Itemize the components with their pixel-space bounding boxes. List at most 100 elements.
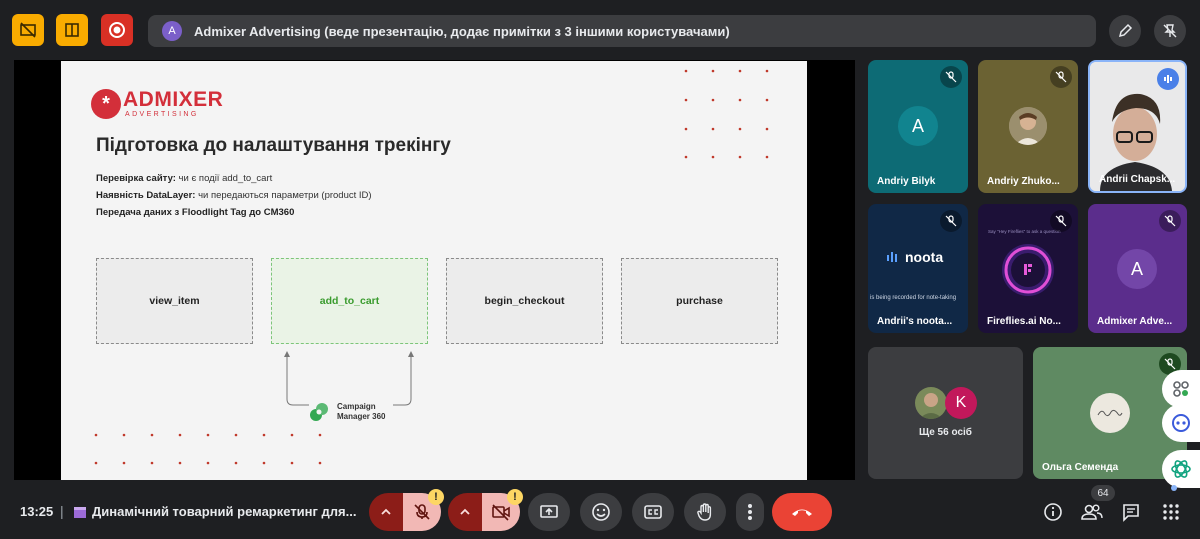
participant-photo bbox=[915, 387, 947, 419]
leave-call-button[interactable] bbox=[772, 493, 832, 531]
campaign-manager-icon bbox=[310, 403, 328, 421]
camera-warning-badge: ! bbox=[507, 489, 523, 505]
present-screen-button[interactable] bbox=[528, 493, 570, 531]
apps-icon bbox=[1173, 381, 1189, 397]
meeting-clapper-icon bbox=[74, 507, 86, 518]
slide-line: Передача даних з Floodlight Tag до CM360 bbox=[96, 207, 295, 218]
fireflies-orb-icon bbox=[1002, 244, 1054, 296]
participant-tile[interactable]: Andriy Zhuko... bbox=[978, 60, 1078, 193]
annotate-button[interactable] bbox=[1109, 15, 1141, 47]
reactions-button[interactable] bbox=[580, 493, 622, 531]
mic-off-icon bbox=[1159, 210, 1181, 232]
record-icon bbox=[109, 22, 125, 38]
people-button[interactable] bbox=[1079, 499, 1105, 525]
separator: | bbox=[60, 503, 64, 519]
decor-dots-bottom bbox=[94, 433, 322, 465]
presenter-text: Admixer Advertising (веде презентацію, д… bbox=[194, 23, 730, 39]
campaign-manager-badge: Campaign Manager 360 bbox=[307, 400, 385, 424]
mic-warning-badge: ! bbox=[428, 489, 444, 505]
info-icon bbox=[1044, 503, 1062, 521]
participant-name: Ольга Семенда bbox=[1042, 462, 1119, 473]
captions-icon bbox=[644, 505, 662, 519]
logo-mark: * bbox=[91, 89, 121, 119]
participant-name: Andriy Bilyk bbox=[877, 176, 936, 187]
pen-icon bbox=[1118, 23, 1133, 38]
participant-tile[interactable]: A Admixer Adve... bbox=[1088, 204, 1187, 333]
presenter-avatar: A bbox=[162, 21, 182, 41]
captions-button[interactable] bbox=[632, 493, 674, 531]
fireflies-caption: Say "Hey Fireflies" to ask a question bbox=[988, 229, 1061, 234]
camera-off-icon bbox=[492, 504, 510, 521]
participant-avatar: A bbox=[1117, 249, 1157, 289]
decor-dots-top bbox=[684, 69, 769, 159]
meeting-title: Динамічний товарний ремаркетинг для... bbox=[92, 504, 357, 519]
participant-name: Andriy Zhuko... bbox=[987, 176, 1060, 187]
step-begin-checkout: begin_checkout bbox=[446, 258, 603, 344]
raise-hand-button[interactable] bbox=[684, 493, 726, 531]
apps-grid-icon bbox=[1163, 504, 1179, 520]
noota-text: noota bbox=[905, 249, 944, 265]
slide-title: Підготовка до налаштування трекінгу bbox=[96, 135, 451, 156]
bot-icon bbox=[1172, 414, 1190, 432]
mic-off-icon bbox=[1050, 66, 1072, 88]
recording-button[interactable] bbox=[101, 14, 133, 46]
more-participants-label: Ще 56 осіб bbox=[919, 427, 972, 438]
mic-off-icon bbox=[414, 504, 430, 520]
step-add-to-cart: add_to_cart bbox=[271, 258, 428, 344]
chevron-up-icon bbox=[381, 508, 391, 515]
mic-off-icon bbox=[1050, 210, 1072, 232]
participant-name: Fireflies.ai No... bbox=[987, 316, 1061, 327]
noota-logo: noota bbox=[886, 249, 943, 265]
activities-button[interactable] bbox=[1158, 499, 1184, 525]
slide-line: Наявність DataLayer: чи передаються пара… bbox=[96, 190, 372, 201]
clock: 13:25 bbox=[20, 504, 54, 519]
chat-icon bbox=[1123, 504, 1139, 522]
pin-off-icon bbox=[1163, 24, 1177, 38]
participant-photo bbox=[1009, 107, 1047, 145]
participant-tile[interactable]: Say "Hey Fireflies" to ask a question Fi… bbox=[978, 204, 1078, 333]
participant-name: Admixer Adve... bbox=[1097, 316, 1173, 327]
participant-tile[interactable]: A Andriy Bilyk bbox=[868, 60, 968, 193]
slide-line: Перевірка сайту: чи є події add_to_cart bbox=[96, 173, 273, 184]
slide: * ADMIXER ADVERTISING Підготовка до нала… bbox=[61, 61, 807, 480]
participant-avatar bbox=[1090, 393, 1130, 433]
chat-button[interactable] bbox=[1118, 499, 1144, 525]
unpin-button[interactable] bbox=[1154, 15, 1186, 47]
hide-presentation-button[interactable] bbox=[12, 14, 44, 46]
more-vert-icon bbox=[748, 504, 752, 520]
noota-icon bbox=[887, 252, 897, 262]
presentation-off-icon bbox=[20, 22, 36, 38]
mic-off-icon bbox=[940, 66, 962, 88]
emoji-icon bbox=[592, 503, 610, 521]
recording-caption: is being recorded for note-taking bbox=[870, 295, 957, 301]
participant-name: Andrii Chapsk... bbox=[1099, 174, 1176, 185]
people-icon bbox=[1081, 504, 1103, 520]
participant-tile-speaking[interactable]: Andrii Chapsk... bbox=[1088, 60, 1187, 193]
meeting-info-button[interactable] bbox=[1040, 499, 1066, 525]
hang-up-icon bbox=[792, 509, 812, 516]
speaking-indicator-icon bbox=[1157, 68, 1179, 90]
participant-name: Andrii's noota... bbox=[877, 316, 953, 327]
mic-off-icon bbox=[940, 210, 962, 232]
step-purchase: purchase bbox=[621, 258, 778, 344]
panel-icon bbox=[65, 23, 79, 37]
participant-tile[interactable]: noota is being recorded for note-taking … bbox=[868, 204, 968, 333]
more-options-button[interactable] bbox=[736, 493, 764, 531]
participant-avatar: A bbox=[898, 106, 938, 146]
extension-bot-button[interactable] bbox=[1162, 404, 1200, 442]
step-view-item: view_item bbox=[96, 258, 253, 344]
video-options-button[interactable] bbox=[448, 493, 482, 531]
side-panel-button[interactable] bbox=[56, 14, 88, 46]
admixer-logo: * ADMIXER ADVERTISING bbox=[91, 89, 223, 119]
audio-options-button[interactable] bbox=[369, 493, 403, 531]
more-participants-tile[interactable]: K Ще 56 осіб bbox=[868, 347, 1023, 479]
extension-ai-button[interactable] bbox=[1162, 450, 1200, 488]
status-dot-icon bbox=[1171, 485, 1177, 491]
logo-subtitle: ADVERTISING bbox=[125, 111, 199, 118]
extension-apps-button[interactable] bbox=[1162, 370, 1200, 408]
meet-window: A Admixer Advertising (веде презентацію,… bbox=[0, 0, 1200, 539]
chevron-up-icon bbox=[460, 508, 470, 515]
hand-icon bbox=[697, 503, 712, 521]
presenter-bar: A Admixer Advertising (веде презентацію,… bbox=[148, 15, 1096, 47]
participant-avatar: K bbox=[945, 387, 977, 419]
